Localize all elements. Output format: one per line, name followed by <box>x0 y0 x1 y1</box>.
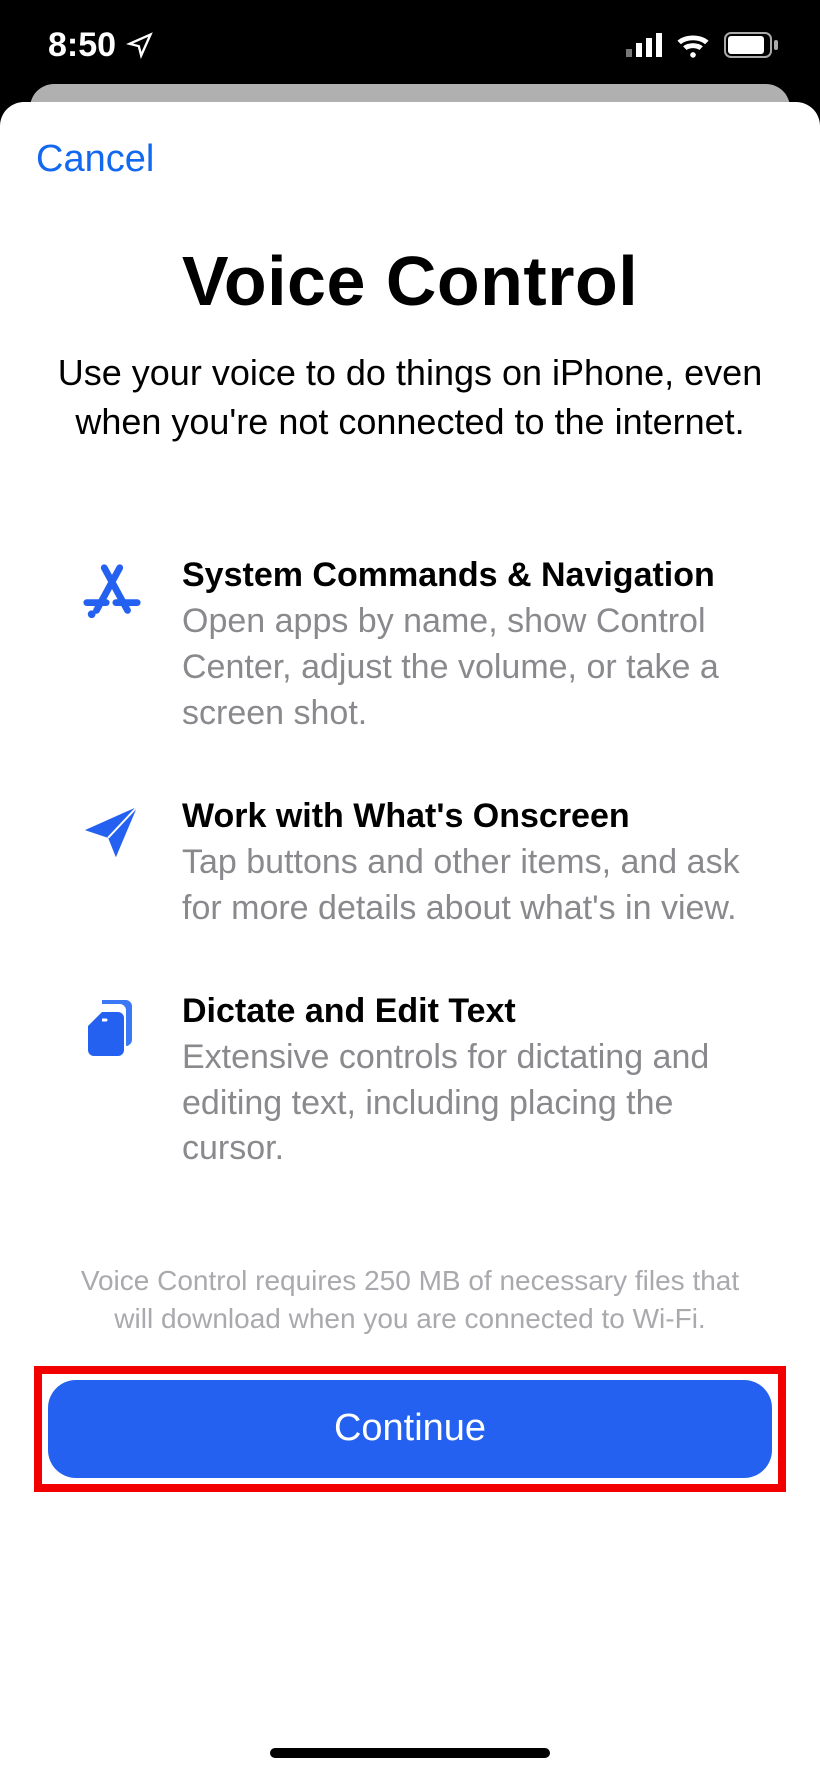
modal-sheet: Cancel Voice Control Use your voice to d… <box>0 102 820 1776</box>
location-icon <box>126 31 154 59</box>
status-left: 8:50 <box>48 26 154 65</box>
feature-text: Dictate and Edit Text Extensive controls… <box>182 992 764 1173</box>
cellular-icon <box>626 33 662 57</box>
page-title: Voice Control <box>36 241 784 321</box>
feature-item-system-commands: System Commands & Navigation Open apps b… <box>76 556 764 737</box>
feature-list: System Commands & Navigation Open apps b… <box>36 556 784 1232</box>
continue-button[interactable]: Continue <box>48 1380 772 1478</box>
feature-desc: Tap buttons and other items, and ask for… <box>182 840 764 932</box>
feature-text: System Commands & Navigation Open apps b… <box>182 556 764 737</box>
feature-item-onscreen: Work with What's Onscreen Tap buttons an… <box>76 797 764 932</box>
feature-text: Work with What's Onscreen Tap buttons an… <box>182 797 764 932</box>
page-subtitle: Use your voice to do things on iPhone, e… <box>36 349 784 446</box>
feature-desc: Extensive controls for dictating and edi… <box>182 1035 764 1173</box>
feature-item-dictate: Dictate and Edit Text Extensive controls… <box>76 992 764 1173</box>
paper-plane-icon <box>76 801 148 863</box>
feature-title: Work with What's Onscreen <box>182 797 764 836</box>
app-store-icon <box>76 560 148 622</box>
feature-title: System Commands & Navigation <box>182 556 764 595</box>
feature-title: Dictate and Edit Text <box>182 992 764 1031</box>
cancel-button[interactable]: Cancel <box>36 138 154 181</box>
wifi-icon <box>676 32 710 58</box>
status-right <box>626 32 780 58</box>
status-bar: 8:50 <box>0 0 820 90</box>
status-time: 8:50 <box>48 26 116 65</box>
home-indicator[interactable] <box>270 1748 550 1758</box>
continue-highlight-box: Continue <box>34 1366 786 1492</box>
battery-icon <box>724 32 780 58</box>
feature-desc: Open apps by name, show Control Center, … <box>182 599 764 737</box>
documents-icon <box>76 996 148 1060</box>
footer-note: Voice Control requires 250 MB of necessa… <box>36 1262 784 1338</box>
